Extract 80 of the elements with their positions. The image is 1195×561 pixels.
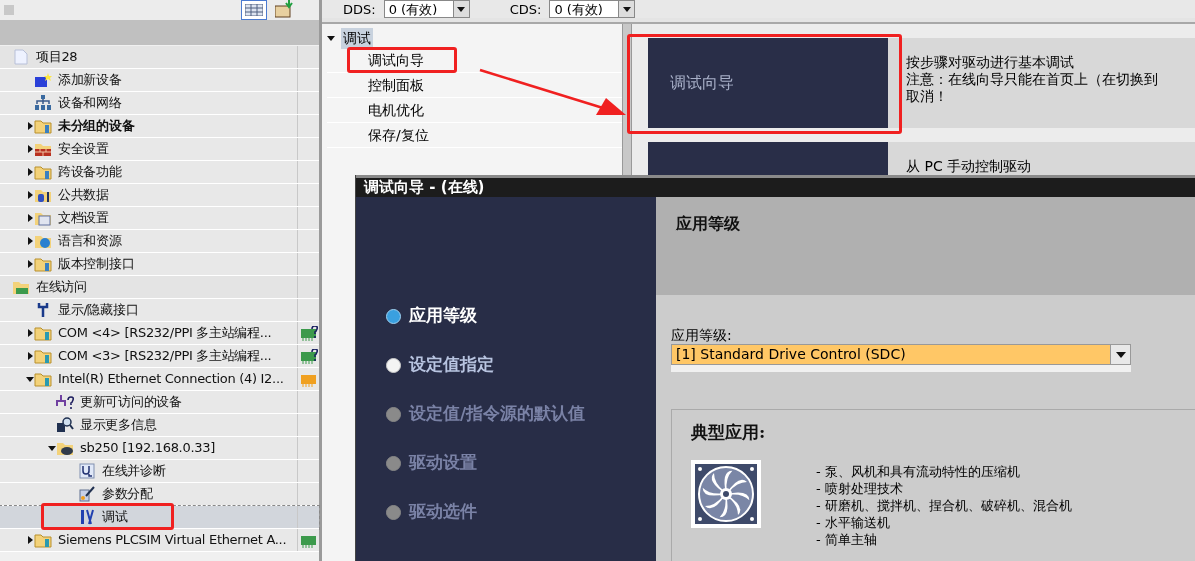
dropdown-caret-icon [622,6,631,12]
card-description: 取消！ [906,88,949,105]
tree-item[interactable]: 电机优化 [368,99,424,121]
collapse-caret-icon[interactable] [25,375,34,383]
database-icon [34,187,52,203]
expand-caret-icon[interactable] [25,168,34,176]
expand-caret-icon[interactable] [25,145,34,153]
dropdown-caret-icon [457,6,466,12]
tree-item[interactable]: 语言和资源 [58,231,122,251]
tree-item[interactable]: 项目28 [36,47,78,67]
function-card[interactable]: 调试向导 按步骤对驱动进行基本调试 注意：在线向导只能在首页上（在切换到 取消！ [648,38,1195,128]
wrench-icon [36,302,50,318]
application-item: - 研磨机、搅拌机、捏合机、破碎机、混合机 [816,496,1072,514]
firewall-icon [34,141,52,157]
application-item: - 泵、风机和具有流动特性的压缩机 [816,462,1021,480]
folder-icon [34,532,52,548]
application-class-dropdown[interactable]: [1] Standard Drive Control (SDC) [671,344,1131,365]
tree-item[interactable]: 设备和网络 [58,93,122,113]
tree-item[interactable]: 调试向导 [368,49,424,71]
card-title: 调试向导 [670,72,734,94]
folder-icon [34,164,52,180]
fan-icon [691,459,761,528]
expand-caret-icon[interactable] [25,352,34,360]
network-query-icon [56,394,74,410]
tree-item[interactable]: 公共数据 [58,185,109,205]
tree-item[interactable]: 在线访问 [36,277,87,297]
card-description: 从 PC 手动控制驱动 [906,158,1032,175]
tree-item[interactable]: 调试 [102,507,128,527]
expand-caret-icon[interactable] [25,237,34,245]
collapse-caret-icon[interactable] [47,444,56,452]
add-device-icon [34,72,52,88]
expand-caret-icon[interactable] [25,122,34,130]
parameter-icon [79,486,95,502]
tree-item[interactable]: 调试 [341,27,373,49]
folder-icon [34,325,52,341]
expand-caret-icon[interactable] [25,191,34,199]
wizard-step[interactable]: 设定值指定 [386,352,656,378]
group-title: 典型应用: [691,421,767,444]
document-folder-icon [34,210,52,226]
drive-folder-icon [56,440,74,456]
folder-icon [34,371,52,387]
expand-caret-icon[interactable] [25,536,34,544]
dropdown-caret-icon [1115,351,1126,358]
table-download-icon[interactable] [275,0,295,18]
dropdown-field[interactable]: 0 (有效) [549,0,636,18]
tree-item[interactable]: 参数分配 [102,484,153,504]
folder-icon [34,118,52,134]
application-item: - 喷射处理技术 [816,479,904,497]
folder-icon [34,256,52,272]
tree-item[interactable]: 文档设置 [58,208,109,228]
network-icon [34,95,52,111]
application-item: - 水平输送机 [816,513,891,531]
dialog-title: 调试向导 - (在线) [364,177,485,199]
magnifier-icon [56,417,74,433]
document-icon [14,49,28,65]
tree-item[interactable]: 添加新设备 [58,70,122,90]
folder-icon [34,348,52,364]
collapse-caret-icon[interactable] [327,34,335,42]
online-folder-icon [12,279,30,295]
field-label: DDS: [343,2,376,16]
tree-item[interactable]: 控制面板 [368,74,424,96]
wizard-step[interactable]: 应用等级 [386,303,656,329]
expand-caret-icon[interactable] [25,214,34,222]
field-label: CDS: [509,2,542,16]
application-item: - 简单主轴 [816,530,878,548]
tree-item[interactable]: 在线并诊断 [102,461,166,481]
page-heading: 应用等级 [676,214,740,233]
diagnostics-icon [79,463,95,479]
globe-folder-icon [34,233,52,249]
tree-item[interactable]: 保存/复位 [368,124,429,146]
card-description: 注意：在线向导只能在首页上（在切换到 [906,71,1158,88]
expand-caret-icon[interactable] [25,329,34,337]
field-label: 应用等级: [671,327,733,344]
card-description: 按步骤对驱动进行基本调试 [906,54,1075,71]
list-view-button[interactable] [241,0,267,20]
expand-caret-icon[interactable] [25,260,34,268]
tree-item[interactable]: 安全设置 [58,139,109,159]
tools-icon [79,509,95,525]
tree-item[interactable]: 跨设备功能 [58,162,122,182]
dropdown-field[interactable]: 0 (有效) [383,0,470,18]
